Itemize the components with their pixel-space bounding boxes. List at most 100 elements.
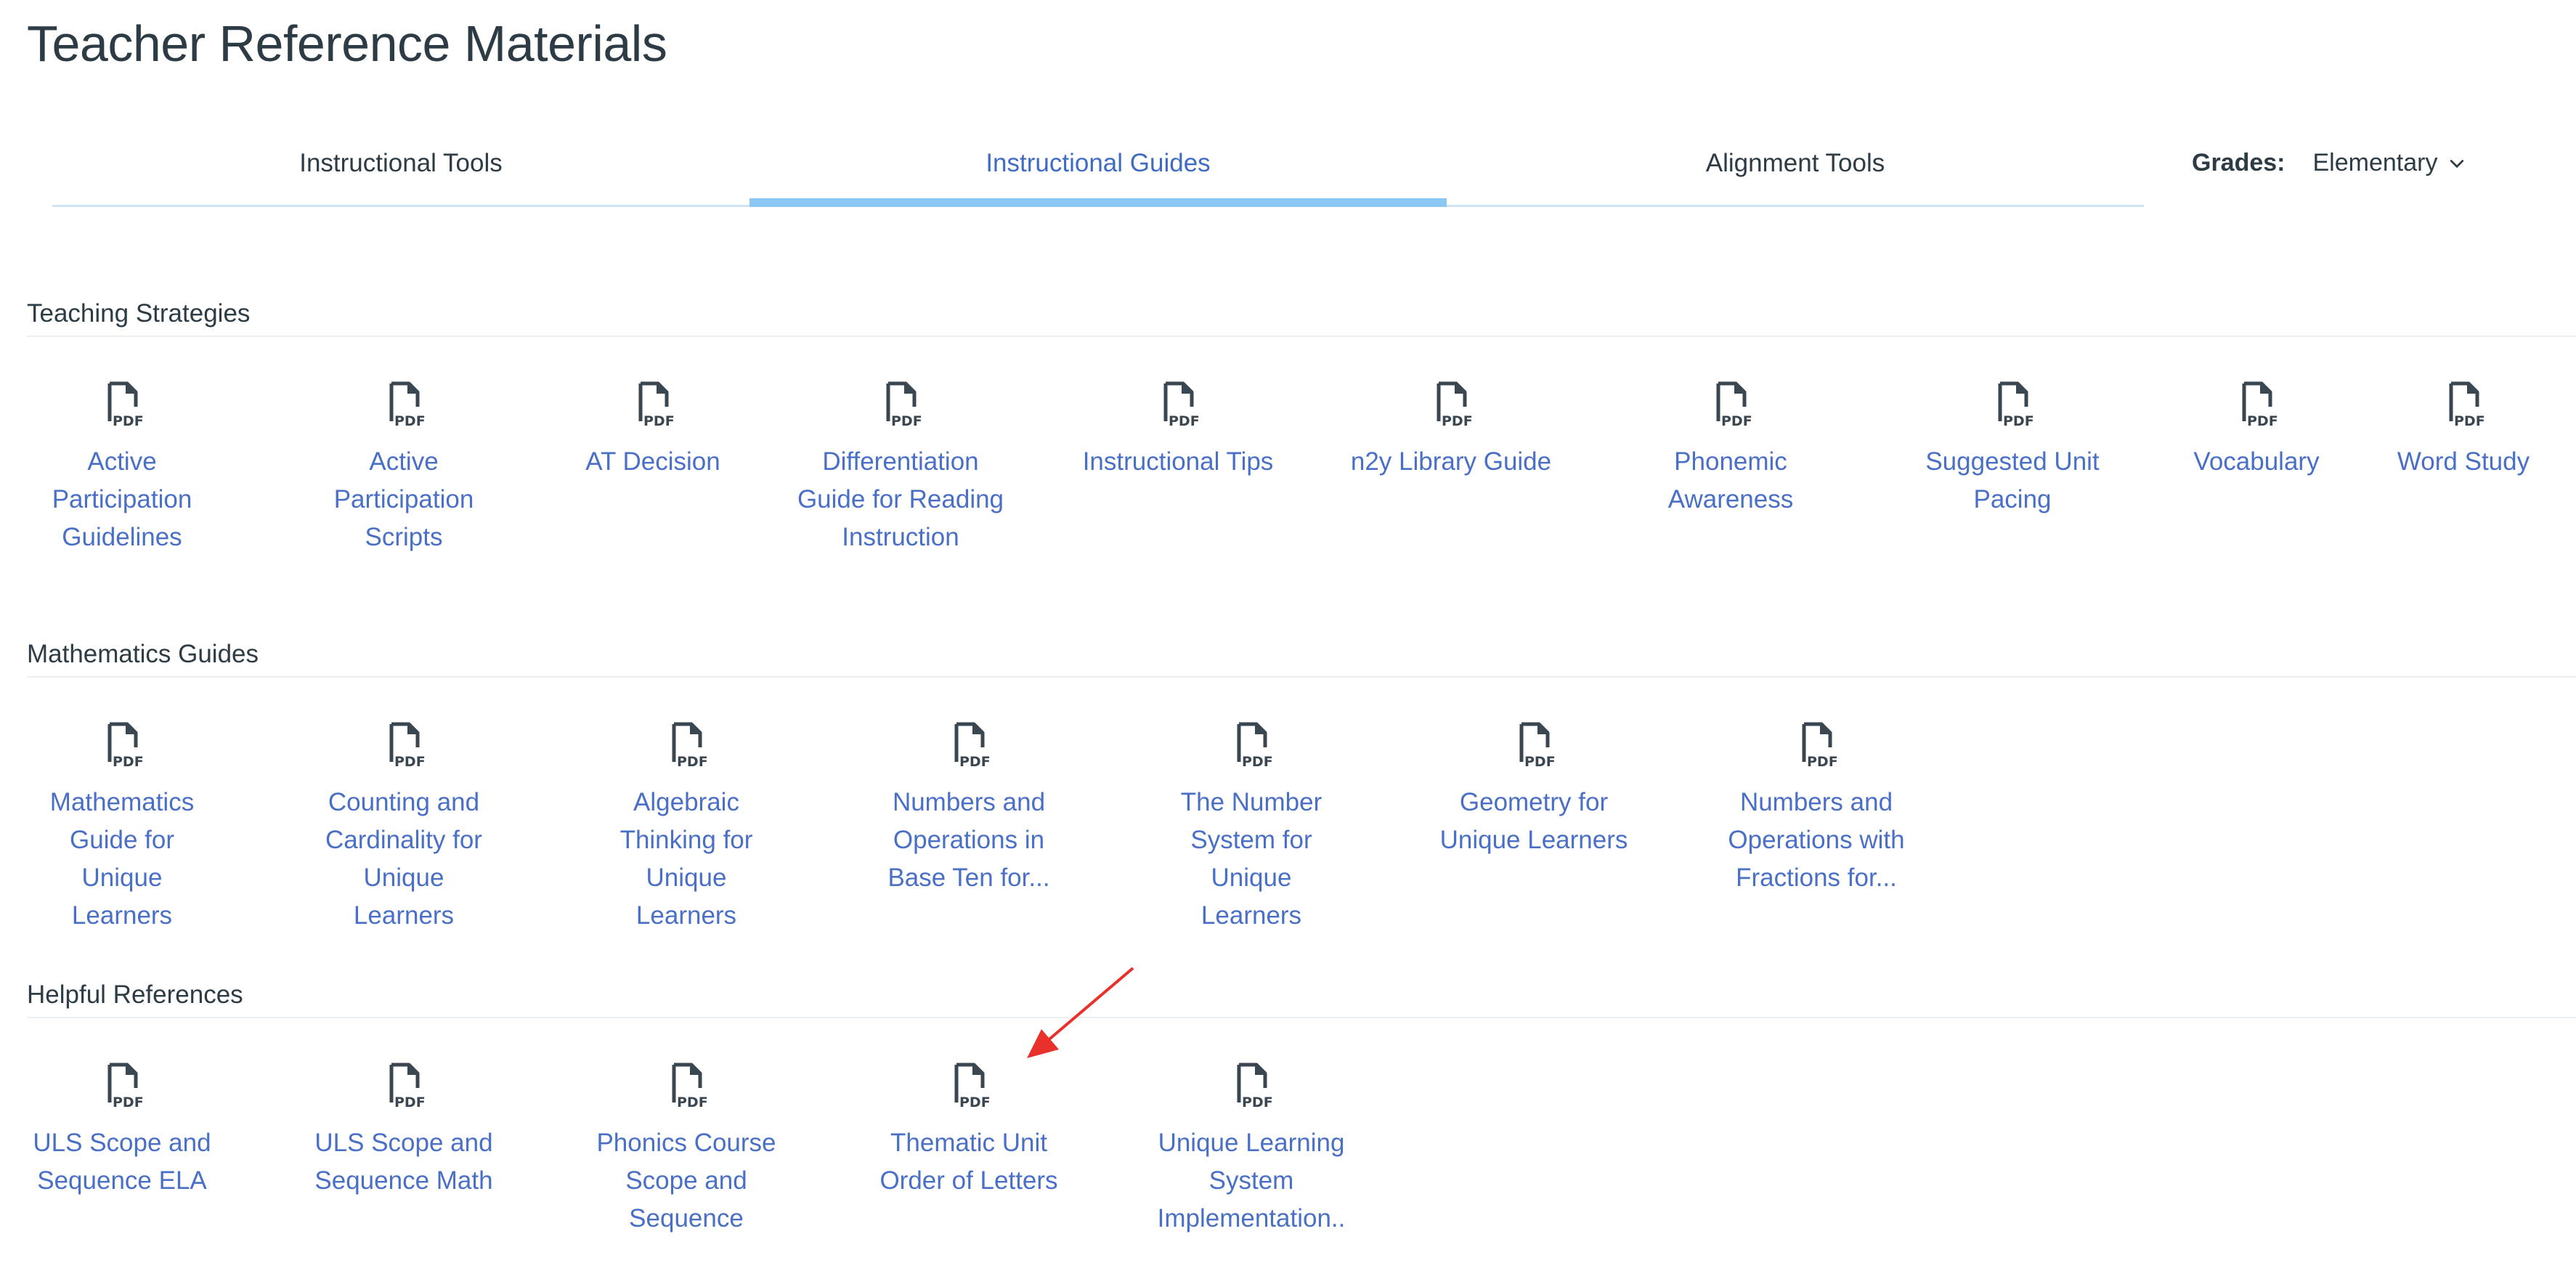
pdf-file-icon: PDF <box>1237 1063 1273 1110</box>
pdf-file-icon: PDF <box>886 381 922 429</box>
tab-instructional-tools[interactable]: Instructional Tools <box>52 142 749 205</box>
pdf-link-item[interactable]: PDF Word Study <box>2391 378 2536 481</box>
pdf-link-label: Numbers and Operations with Fractions fo… <box>1728 788 1905 892</box>
svg-text:PDF: PDF <box>1721 413 1752 429</box>
pdf-link-label: n2y Library Guide <box>1350 447 1552 476</box>
section-title: Helpful References <box>27 973 2576 1018</box>
pdf-link-item[interactable]: PDF AT Decision <box>573 378 733 481</box>
pdf-file-icon: PDF <box>672 722 708 770</box>
pdf-file-icon: PDF <box>1163 381 1200 429</box>
pdf-link-label: Unique Learning System Implementation.. <box>1157 1129 1346 1232</box>
svg-text:PDF: PDF <box>677 754 708 770</box>
section-mathematics-guides: Mathematics Guides PDF Mathematics Guide … <box>27 633 2576 930</box>
pdf-link-label: Active Participation Scripts <box>333 447 474 551</box>
pdf-link-item[interactable]: PDF Numbers and Operations with Fractions… <box>1726 718 1907 897</box>
pdf-link-label: ULS Scope and Sequence ELA <box>33 1129 211 1195</box>
pdf-link-item[interactable]: PDF Instructional Tips <box>1062 378 1294 481</box>
section-title: Teaching Strategies <box>27 292 2576 337</box>
pdf-link-item[interactable]: PDF The Number System for Unique Learners <box>1161 718 1342 935</box>
svg-text:PDF: PDF <box>113 1095 144 1110</box>
pdf-link-label: Algebraic Thinking for Unique Learners <box>619 788 753 930</box>
grades-select[interactable]: Elementary <box>2313 149 2467 177</box>
grades-value: Elementary <box>2312 149 2438 176</box>
pdf-link-label: Thematic Unit Order of Letters <box>879 1129 1058 1195</box>
pdf-link-label: Geometry for Unique Learners <box>1439 788 1628 854</box>
pdf-link-item[interactable]: PDF n2y Library Guide <box>1335 378 1567 481</box>
pdf-file-icon: PDF <box>1998 381 2034 429</box>
pdf-link-label: ULS Scope and Sequence Math <box>314 1129 493 1195</box>
svg-text:PDF: PDF <box>113 413 144 429</box>
pdf-file-icon: PDF <box>2449 381 2485 429</box>
page-title: Teacher Reference Materials <box>27 15 667 72</box>
pdf-file-icon: PDF <box>389 381 426 429</box>
svg-text:PDF: PDF <box>113 754 144 770</box>
pdf-link-label: The Number System for Unique Learners <box>1180 788 1322 930</box>
pdf-link-label: Active Participation Guidelines <box>52 447 192 551</box>
pdf-link-label: Mathematics Guide for Unique Learners <box>49 788 195 930</box>
svg-text:PDF: PDF <box>394 754 426 770</box>
pdf-file-icon: PDF <box>1802 722 1838 770</box>
pdf-link-item[interactable]: PDF Phonemic Awareness <box>1651 378 1811 519</box>
pdf-link-item[interactable]: PDF Phonics Course Scope and Sequence <box>596 1059 777 1238</box>
grades-filter: Grades: Elementary <box>2192 149 2466 177</box>
svg-text:PDF: PDF <box>1242 754 1273 770</box>
pdf-link-label: Numbers and Operations in Base Ten for..… <box>887 788 1050 892</box>
pdf-file-icon: PDF <box>954 722 991 770</box>
section-helpful-references: Helpful References PDF ULS Scope and Sequ… <box>27 973 2576 1236</box>
svg-text:PDF: PDF <box>1524 754 1556 770</box>
pdf-link-item[interactable]: PDF Active Participation Scripts <box>328 378 480 556</box>
svg-text:PDF: PDF <box>643 413 675 429</box>
svg-text:PDF: PDF <box>959 1095 991 1110</box>
section-title: Mathematics Guides <box>27 633 2576 678</box>
pdf-link-label: Differentiation Guide for Reading Instru… <box>797 447 1004 551</box>
pdf-link-label: Counting and Cardinality for Unique Lear… <box>325 788 482 930</box>
svg-text:PDF: PDF <box>394 413 426 429</box>
svg-text:PDF: PDF <box>1442 413 1473 429</box>
pdf-link-label: Suggested Unit Pacing <box>1925 447 2100 513</box>
pdf-link-item[interactable]: PDF Algebraic Thinking for Unique Learner… <box>596 718 777 935</box>
pdf-link-label: Phonemic Awareness <box>1667 447 1794 513</box>
pdf-link-label: AT Decision <box>585 447 720 476</box>
tab-bar: Instructional Tools Instructional Guides… <box>52 142 2144 207</box>
pdf-file-icon: PDF <box>1519 722 1556 770</box>
svg-text:PDF: PDF <box>2247 413 2278 429</box>
pdf-link-item[interactable]: PDF ULS Scope and Sequence Math <box>313 1059 495 1200</box>
svg-text:PDF: PDF <box>2003 413 2034 429</box>
pdf-link-item[interactable]: PDF Suggested Unit Pacing <box>1922 378 2103 519</box>
svg-text:PDF: PDF <box>1242 1095 1273 1110</box>
pdf-file-icon: PDF <box>107 722 144 770</box>
tab-instructional-guides[interactable]: Instructional Guides <box>749 142 1447 207</box>
pdf-file-icon: PDF <box>2242 381 2278 429</box>
pdf-link-item[interactable]: PDF Unique Learning System Implementation… <box>1158 1059 1345 1238</box>
pdf-file-icon: PDF <box>1716 381 1752 429</box>
item-grid: PDF Mathematics Guide for Unique Learners… <box>27 678 2576 930</box>
pdf-link-item[interactable]: PDF Geometry for Unique Learners <box>1436 718 1632 859</box>
pdf-file-icon: PDF <box>638 381 675 429</box>
svg-text:PDF: PDF <box>394 1095 426 1110</box>
chevron-down-icon <box>2450 159 2465 168</box>
svg-text:PDF: PDF <box>2454 413 2485 429</box>
svg-text:PDF: PDF <box>891 413 922 429</box>
pdf-link-label: Phonics Course Scope and Sequence <box>596 1129 776 1232</box>
svg-text:PDF: PDF <box>1169 413 1200 429</box>
pdf-file-icon: PDF <box>107 381 144 429</box>
pdf-link-label: Instructional Tips <box>1082 447 1274 476</box>
pdf-link-item[interactable]: PDF Counting and Cardinality for Unique L… <box>313 718 495 935</box>
pdf-link-label: Word Study <box>2397 447 2530 476</box>
pdf-file-icon: PDF <box>389 1063 426 1110</box>
pdf-link-item[interactable]: PDF Thematic Unit Order of Letters <box>878 1059 1060 1200</box>
svg-text:PDF: PDF <box>677 1095 708 1110</box>
grades-label: Grades: <box>2192 149 2286 176</box>
section-teaching-strategies: Teaching Strategies PDF Active Participat… <box>27 292 2576 555</box>
pdf-link-item[interactable]: PDF Differentiation Guide for Reading Ins… <box>795 378 1006 556</box>
pdf-file-icon: PDF <box>1237 722 1273 770</box>
pdf-link-item[interactable]: PDF ULS Scope and Sequence ELA <box>31 1059 213 1200</box>
pdf-file-icon: PDF <box>389 722 426 770</box>
svg-text:PDF: PDF <box>959 754 991 770</box>
pdf-link-item[interactable]: PDF Mathematics Guide for Unique Learners <box>31 718 213 935</box>
pdf-link-item[interactable]: PDF Vocabulary <box>2184 378 2329 481</box>
item-grid: PDF Active Participation Guidelines PDF Act… <box>27 337 2576 555</box>
pdf-link-item[interactable]: PDF Numbers and Operations in Base Ten fo… <box>878 718 1060 897</box>
pdf-link-item[interactable]: PDF Active Participation Guidelines <box>46 378 198 556</box>
tab-alignment-tools[interactable]: Alignment Tools <box>1447 142 2144 205</box>
